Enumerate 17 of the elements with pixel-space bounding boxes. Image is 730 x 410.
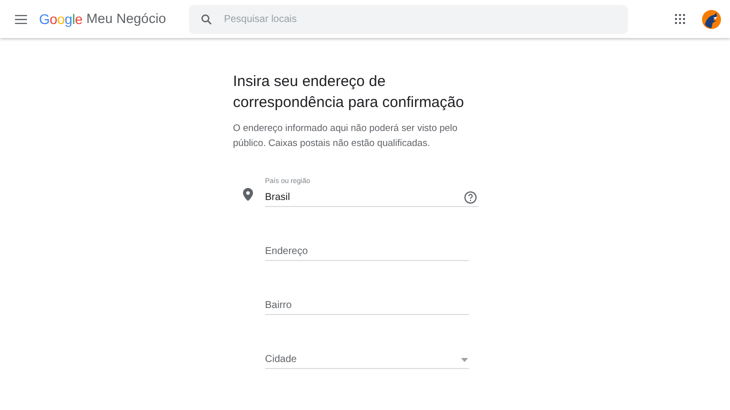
product-name: Meu Negócio [86, 10, 166, 28]
account-avatar[interactable] [702, 10, 721, 28]
help-icon[interactable] [464, 191, 477, 204]
location-pin-icon [243, 188, 253, 201]
search-field[interactable]: Pesquisar locais [188, 4, 628, 34]
text-field[interactable]: Bairro [265, 298, 469, 315]
logo: Google [39, 10, 82, 29]
form-description: O endereço informado aqui não poderá ser visto pelo público. Caixas postais não estão qualificadas. [233, 122, 458, 151]
dropdown-arrow-icon [461, 358, 468, 362]
apps-grid-icon [674, 14, 685, 24]
search-icon [200, 14, 212, 24]
menu-icon [15, 14, 27, 24]
dropdown-field[interactable]: Cidade [265, 352, 469, 369]
apps-button[interactable] [674, 13, 687, 25]
text-field[interactable]: Endereço [265, 244, 469, 261]
menu-button[interactable] [14, 12, 28, 26]
form-title: Insira seu endereço de correspondência para confirmação [233, 72, 465, 113]
